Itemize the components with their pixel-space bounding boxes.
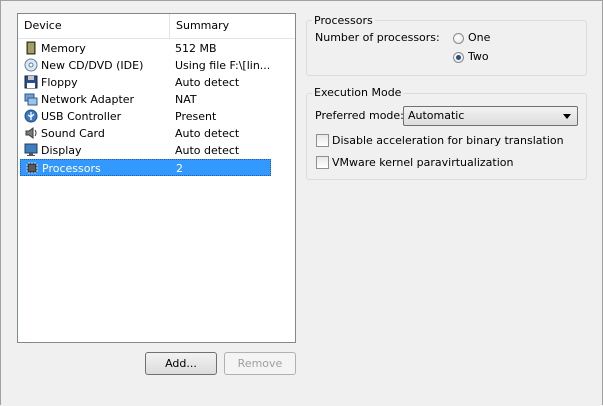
device-summary: 512 MB	[175, 42, 217, 55]
column-header-summary[interactable]: Summary	[170, 14, 295, 38]
device-row-cd-dvd[interactable]: New CD/DVD (IDE) Using file F:\[lin...	[20, 57, 271, 74]
number-of-processors-label: Number of processors:	[315, 31, 440, 44]
sound-card-icon	[24, 126, 38, 140]
device-name: Floppy	[41, 76, 78, 89]
memory-icon	[24, 41, 38, 55]
device-summary: Auto detect	[175, 144, 240, 157]
chevron-down-icon	[563, 114, 571, 119]
processors-group	[306, 20, 587, 76]
column-header-device[interactable]: Device	[18, 14, 170, 38]
disable-binary-translation-checkbox[interactable]	[316, 134, 329, 147]
preferred-mode-label: Preferred mode:	[315, 109, 404, 122]
add-button[interactable]: Add...	[145, 352, 217, 375]
processor-icon	[25, 161, 39, 175]
device-name: Display	[41, 144, 82, 157]
disable-binary-translation-label[interactable]: Disable acceleration for binary translat…	[332, 134, 564, 148]
network-adapter-icon	[24, 92, 38, 106]
device-row-processors[interactable]: Processors 2	[20, 159, 271, 176]
preferred-mode-value: Automatic	[408, 109, 465, 122]
usb-icon	[24, 109, 38, 123]
display-icon	[24, 143, 38, 157]
device-name: Network Adapter	[41, 93, 135, 106]
device-summary: NAT	[175, 93, 197, 106]
device-row-usb-controller[interactable]: USB Controller Present	[20, 108, 271, 125]
device-summary: Auto detect	[175, 127, 240, 140]
device-list[interactable]: Device Summary Memory 512 MB New CD/DVD …	[17, 13, 296, 343]
radio-processors-one[interactable]	[453, 33, 464, 44]
kernel-paravirtualization-checkbox[interactable]	[316, 156, 329, 169]
device-row-floppy[interactable]: Floppy Auto detect	[20, 74, 271, 91]
processors-group-title: Processors	[312, 14, 375, 27]
device-name: USB Controller	[41, 110, 122, 123]
radio-processors-two[interactable]	[453, 52, 464, 63]
device-summary: Auto detect	[175, 76, 240, 89]
device-summary: Using file F:\[lin...	[175, 59, 271, 72]
remove-button[interactable]: Remove	[224, 352, 296, 375]
device-row-sound-card[interactable]: Sound Card Auto detect	[20, 125, 271, 142]
radio-two-label[interactable]: Two	[468, 50, 489, 64]
kernel-paravirtualization-label[interactable]: VMware kernel paravirtualization	[332, 156, 513, 170]
device-name: Memory	[41, 42, 86, 55]
preferred-mode-select[interactable]: Automatic	[403, 106, 578, 126]
device-row-memory[interactable]: Memory 512 MB	[20, 40, 271, 57]
floppy-icon	[24, 75, 38, 89]
device-summary: Present	[175, 110, 217, 123]
device-name: Processors	[42, 162, 101, 175]
radio-one-label[interactable]: One	[468, 31, 490, 45]
device-name: New CD/DVD (IDE)	[41, 59, 144, 72]
cd-dvd-icon	[24, 58, 38, 72]
device-row-display[interactable]: Display Auto detect	[20, 142, 271, 159]
list-header: Device Summary	[18, 14, 295, 39]
execution-mode-group-title: Execution Mode	[312, 86, 404, 99]
device-summary: 2	[176, 162, 183, 175]
device-row-network-adapter[interactable]: Network Adapter NAT	[20, 91, 271, 108]
device-name: Sound Card	[41, 127, 105, 140]
